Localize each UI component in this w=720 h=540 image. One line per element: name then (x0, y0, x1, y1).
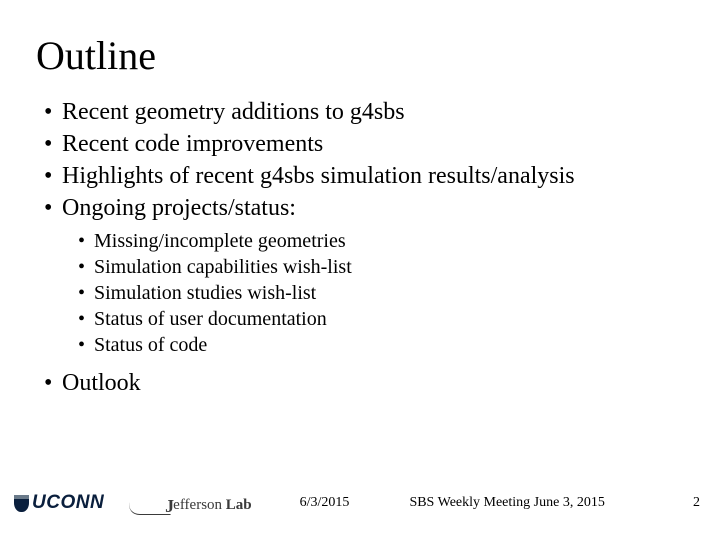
list-item: Outlook (44, 368, 684, 398)
list-item: Recent code improvements (44, 129, 684, 159)
outline-sublist: Missing/incomplete geometries Simulation… (78, 229, 684, 358)
list-item: Recent geometry additions to g4sbs (44, 97, 684, 127)
jlab-text: efferson Lab (173, 497, 251, 515)
shield-icon (14, 495, 29, 512)
footer-date: 6/3/2015 (300, 495, 350, 511)
outline-list-2: Outlook (44, 368, 684, 398)
slide: Outline Recent geometry additions to g4s… (0, 0, 720, 540)
list-item: Status of code (78, 333, 684, 358)
list-item: Highlights of recent g4sbs simulation re… (44, 161, 684, 191)
slide-title: Outline (36, 32, 684, 79)
outline-list: Recent geometry additions to g4sbs Recen… (44, 97, 684, 223)
footer-meeting: SBS Weekly Meeting June 3, 2015 (409, 495, 604, 511)
list-item: Simulation studies wish-list (78, 281, 684, 306)
swoosh-icon: J (128, 495, 172, 515)
list-item: Missing/incomplete geometries (78, 229, 684, 254)
uconn-logo: UCONN (14, 492, 104, 514)
list-item: Status of user documentation (78, 307, 684, 332)
footer: UCONN J efferson Lab 6/3/2015 SBS Weekly… (0, 486, 720, 520)
list-item: Ongoing projects/status: (44, 193, 684, 223)
list-item: Simulation capabilities wish-list (78, 255, 684, 280)
uconn-text: UCONN (32, 492, 104, 514)
jlab-j-icon: J (165, 496, 174, 517)
page-number: 2 (693, 495, 700, 511)
jefferson-lab-logo: J efferson Lab (128, 491, 251, 515)
